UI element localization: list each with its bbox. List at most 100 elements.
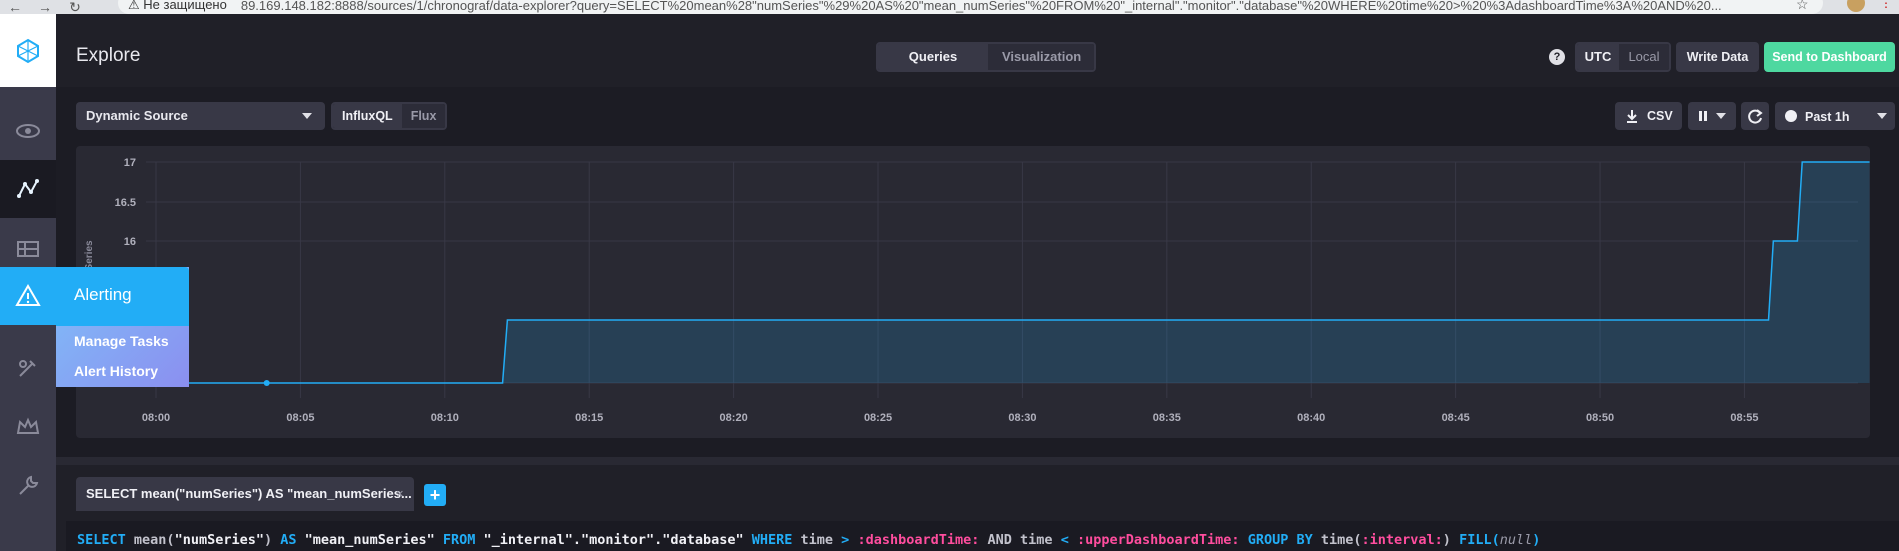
time-range-dropdown[interactable]: Past 1h xyxy=(1775,102,1895,130)
sidebar-item-configuration[interactable] xyxy=(0,457,56,515)
refresh-icon xyxy=(1746,107,1764,137)
query-token: > xyxy=(841,532,850,548)
pause-icon xyxy=(1699,111,1702,121)
source-dropdown[interactable]: Dynamic Source xyxy=(76,102,325,130)
series-area xyxy=(148,162,1870,383)
x-tick-label: 08:50 xyxy=(1586,412,1614,424)
timezone-toggle: UTC Local xyxy=(1575,42,1671,72)
y-tick-label: 16.5 xyxy=(115,197,136,209)
close-icon[interactable]: × xyxy=(396,477,410,511)
query-token: time xyxy=(1020,532,1053,548)
sidebar-item-admin[interactable] xyxy=(0,398,56,456)
flux-option[interactable]: Flux xyxy=(401,104,446,128)
query-token: "_internal"."monitor"."database" xyxy=(483,532,744,548)
download-icon xyxy=(1625,102,1639,140)
dashboard-icon xyxy=(17,241,39,257)
resize-divider[interactable] xyxy=(56,457,1899,465)
x-tick-label: 08:30 xyxy=(1008,412,1036,424)
local-option[interactable]: Local xyxy=(1619,44,1669,70)
x-tick-label: 08:20 xyxy=(720,412,748,424)
x-tick-label: 08:10 xyxy=(431,412,459,424)
query-token: ) xyxy=(1532,532,1541,548)
query-token: "numSeries" xyxy=(174,532,264,548)
alert-icon xyxy=(15,284,41,306)
chevron-down-icon xyxy=(1716,113,1726,119)
query-token: ) xyxy=(263,532,273,548)
query-token: null xyxy=(1499,532,1533,548)
time-range-label: Past 1h xyxy=(1805,110,1850,124)
source-label: Dynamic Source xyxy=(86,108,188,123)
x-tick-label: 08:45 xyxy=(1442,412,1470,424)
forward-icon[interactable]: → xyxy=(30,0,60,14)
back-icon[interactable]: ← xyxy=(0,0,30,14)
influxql-option[interactable]: InfluxQL xyxy=(333,104,402,128)
utc-option[interactable]: UTC xyxy=(1577,44,1619,70)
crown-icon xyxy=(16,417,40,434)
sidebar xyxy=(0,14,56,551)
eye-icon xyxy=(16,124,40,138)
csv-label: CSV xyxy=(1647,109,1673,123)
query-token: AS xyxy=(280,532,297,548)
url-text[interactable]: 89.169.148.182:8888/sources/1/chronograf… xyxy=(241,0,1722,13)
query-token: ) xyxy=(1442,532,1451,548)
write-data-button[interactable]: Write Data xyxy=(1676,42,1759,72)
security-label[interactable]: ⚠ Не защищено xyxy=(128,0,227,13)
y-tick-label: 16 xyxy=(124,236,136,248)
reload-icon[interactable]: ↻ xyxy=(60,0,90,14)
alerting-title[interactable]: Alerting xyxy=(74,285,132,305)
tab-visualization[interactable]: Visualization xyxy=(988,44,1094,70)
wand-icon xyxy=(19,360,36,377)
x-tick-label: 08:00 xyxy=(142,412,170,424)
x-tick-label: 08:15 xyxy=(575,412,603,424)
query-token: mean( xyxy=(133,532,175,548)
query-token: AND xyxy=(987,532,1012,548)
help-icon[interactable]: ? xyxy=(1549,49,1565,65)
graph-icon xyxy=(17,179,39,198)
query-token: time( xyxy=(1320,532,1362,548)
tab-queries[interactable]: Queries xyxy=(878,44,988,70)
sidebar-item-alerting[interactable] xyxy=(0,267,56,325)
clock-icon xyxy=(1785,110,1797,122)
csv-button[interactable]: CSV xyxy=(1615,102,1682,130)
query-tab-label: SELECT mean("numSeries") AS "mean_numSer… xyxy=(86,486,412,501)
add-query-button[interactable]: + xyxy=(424,484,446,506)
x-tick-label: 08:55 xyxy=(1730,412,1758,424)
refresh-button[interactable] xyxy=(1741,102,1769,130)
query-token: SELECT xyxy=(77,532,126,548)
alert-history-link[interactable]: Alert History xyxy=(74,363,158,379)
logo-icon xyxy=(17,38,39,63)
query-token: :dashboardTime: xyxy=(857,532,980,548)
query-token: GROUP BY xyxy=(1247,532,1313,548)
sidebar-item-explore[interactable] xyxy=(0,160,56,218)
chevron-down-icon xyxy=(1877,113,1887,119)
query-token: :interval: xyxy=(1361,532,1443,548)
y-tick-label: 17 xyxy=(124,157,136,169)
menu-icon[interactable]: ⋮ xyxy=(1880,0,1892,10)
query-token: "mean_numSeries" xyxy=(304,532,435,548)
autorefresh-dropdown[interactable] xyxy=(1688,102,1736,130)
page-title: Explore xyxy=(76,45,141,66)
query-token: < xyxy=(1060,532,1069,548)
wrench-icon xyxy=(19,475,39,495)
manage-tasks-link[interactable]: Manage Tasks xyxy=(74,333,169,349)
send-to-dashboard-button[interactable]: Send to Dashboard xyxy=(1764,42,1895,72)
query-tab[interactable]: SELECT mean("numSeries") AS "mean_numSer… xyxy=(76,477,414,511)
query-token: FROM xyxy=(442,532,476,548)
sidebar-item-logs[interactable] xyxy=(0,340,56,398)
query-token: :upperDashboardTime: xyxy=(1076,532,1240,548)
view-toggle: Queries Visualization xyxy=(876,42,1096,72)
query-token: FILL( xyxy=(1459,532,1500,548)
line-chart[interactable]: 08:00 08:05 08:10 08:15 08:20 08:25 08:30 08:35… xyxy=(76,146,1870,438)
x-tick-label: 08:25 xyxy=(864,412,892,424)
bookmark-star-icon[interactable]: ☆ xyxy=(1796,0,1809,13)
chronograf-logo[interactable] xyxy=(0,14,56,87)
query-token: WHERE xyxy=(751,532,793,548)
sidebar-item-host[interactable] xyxy=(0,102,56,160)
query-editor[interactable]: SELECT mean("numSeries") AS "mean_numSer… xyxy=(66,521,1899,551)
x-tick-label: 08:40 xyxy=(1297,412,1325,424)
chevron-down-icon xyxy=(302,113,312,119)
language-toggle: InfluxQL Flux xyxy=(331,102,448,130)
data-point xyxy=(263,380,270,386)
address-bar[interactable]: ⚠ Не защищено 89.169.148.182:8888/source… xyxy=(118,0,1823,14)
x-tick-label: 08:35 xyxy=(1153,412,1181,424)
